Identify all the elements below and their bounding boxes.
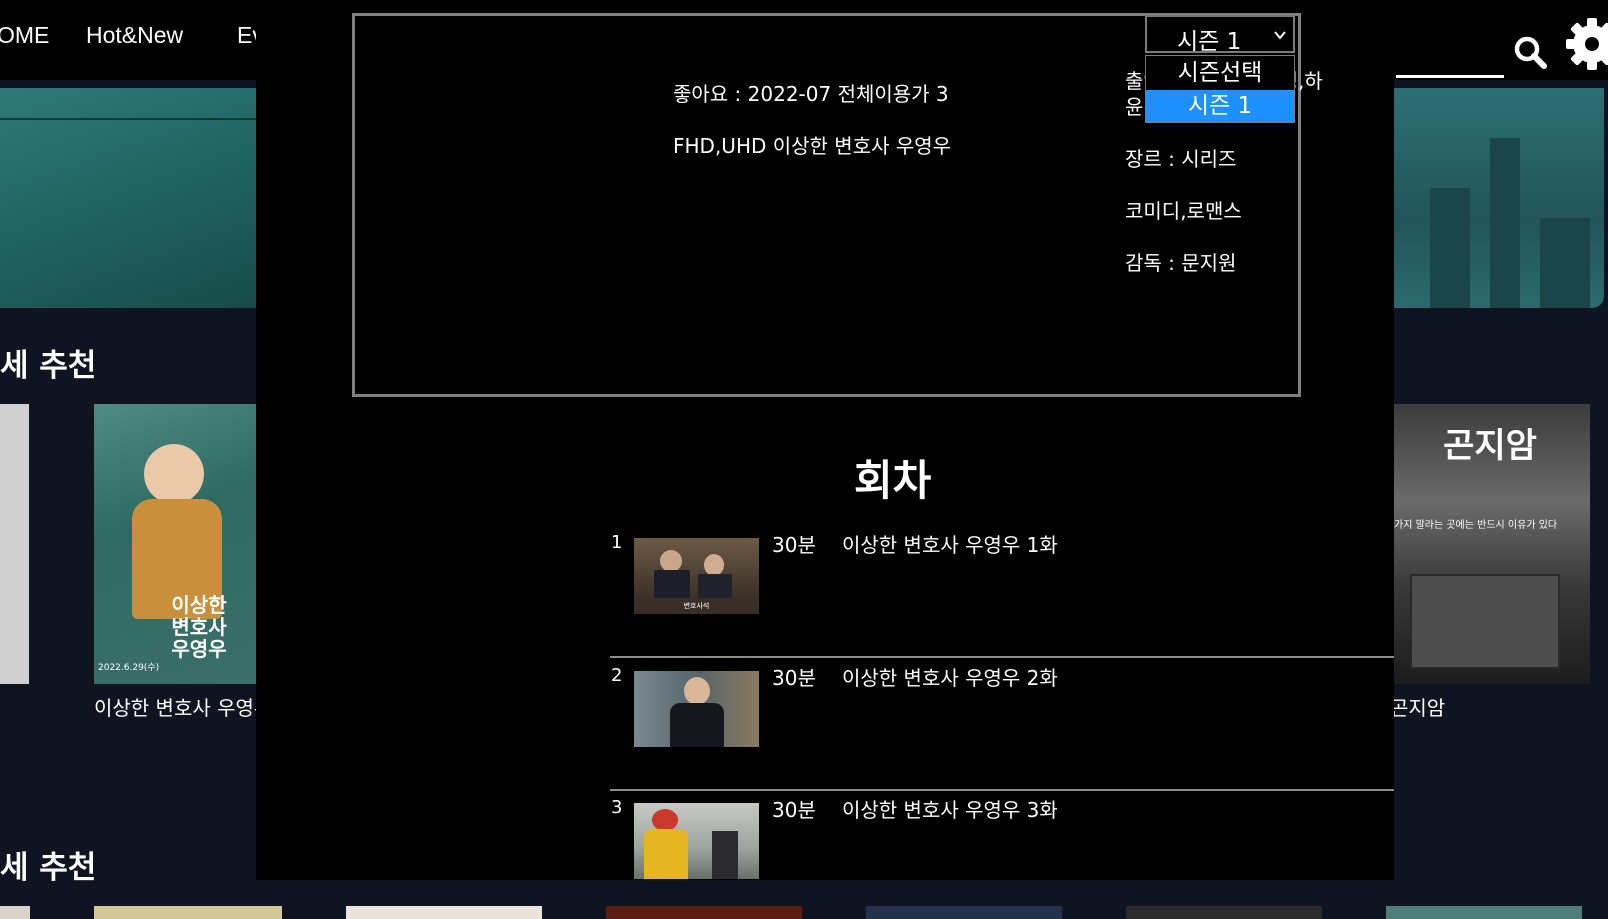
hero-building	[1430, 188, 1470, 308]
genre-label: 장르 : 시리즈	[1125, 147, 1237, 171]
poster-partial[interactable]	[1386, 906, 1582, 919]
poster-woo-young-woo[interactable]: 이상한 변호사 우영우 2022.6.29(수)	[94, 404, 256, 684]
poster-caption[interactable]: 이상한 변호사 우영우	[94, 692, 256, 721]
episode-thumbnail[interactable]	[634, 803, 759, 879]
episode-title[interactable]: 이상한 변호사 우영우 1화	[842, 529, 1058, 558]
poster-gonjiam[interactable]: 곤지암 가지 말라는 곳에는 반드시 이유가 있다	[1390, 404, 1590, 684]
episodes-title: 회차	[854, 456, 932, 505]
poster-partial[interactable]	[0, 404, 29, 684]
episode-row-1[interactable]: 1 변호사석 30분 이상한 변호사 우영우 1화	[610, 526, 1394, 658]
director-line: 감독 : 문지원	[1125, 251, 1237, 275]
quality-title-line: FHD,UHD 이상한 변호사 우영우	[673, 134, 952, 158]
episode-thumbnail[interactable]: 변호사석	[634, 538, 759, 614]
episode-duration: 30분	[772, 533, 816, 557]
episode-row-3[interactable]: 3 30분 이상한 변호사 우영우 3화	[610, 791, 1394, 880]
nav-item-hot-new[interactable]: Hot&New	[86, 22, 183, 49]
episode-thumbnail[interactable]	[634, 671, 759, 747]
chevron-down-icon	[1274, 31, 1286, 40]
hero-building	[1490, 138, 1520, 308]
likes-rating-line: 좋아요 : 2022-07 전체이용가 3	[673, 82, 949, 106]
hero-banner-left[interactable]	[0, 88, 260, 308]
episode-number: 2	[611, 665, 623, 686]
poster-partial[interactable]	[346, 906, 542, 919]
episode-title[interactable]: 이상한 변호사 우영우 2화	[842, 662, 1058, 691]
thumb-person	[670, 703, 724, 747]
hero-building	[1540, 218, 1590, 308]
poster-art-title: 곤지암	[1443, 426, 1537, 466]
section-title-recommend: 세 추천	[0, 348, 97, 384]
episode-number: 3	[611, 797, 623, 818]
detail-modal: 좋아요 : 2022-07 전체이용가 3 FHD,UHD 이상한 변호사 우영…	[256, 0, 1394, 880]
episode-duration: 30분	[772, 666, 816, 690]
nav-item-home[interactable]: OME	[0, 22, 49, 49]
thumb-person	[660, 550, 682, 572]
season-select-value: 시즌 1	[1177, 29, 1242, 55]
season-option-1[interactable]: 시즌 1	[1146, 90, 1294, 122]
poster-partial[interactable]	[606, 906, 802, 919]
episode-title[interactable]: 이상한 변호사 우영우 3화	[842, 794, 1058, 823]
poster-partial[interactable]	[1126, 906, 1322, 919]
hero-banner-right[interactable]	[1390, 88, 1604, 308]
gear-icon[interactable]	[1562, 14, 1608, 74]
episode-row-2[interactable]: 2 30분 이상한 변호사 우영우 2화	[610, 659, 1394, 791]
poster-partial[interactable]	[866, 906, 1062, 919]
nav-active-underline	[1396, 75, 1504, 78]
episode-duration: 30분	[772, 798, 816, 822]
poster-tagline: 가지 말라는 곳에는 반드시 이유가 있다	[1394, 520, 1558, 531]
section-title-recommend: 세 추천	[0, 850, 97, 886]
season-options-list: 시즌선택 시즌 1	[1145, 55, 1295, 123]
search-icon[interactable]	[1512, 34, 1548, 70]
poster-date: 2022.6.29(수)	[98, 663, 160, 673]
poster-caption[interactable]: 곤지암	[1390, 692, 1590, 721]
season-option-select[interactable]: 시즌선택	[1146, 57, 1294, 89]
thumb-person	[644, 829, 688, 879]
episode-divider	[610, 656, 1394, 658]
poster-partial[interactable]	[94, 906, 282, 919]
thumb-person	[712, 831, 738, 879]
poster-art-title: 이상한 변호사 우영우	[171, 593, 227, 661]
poster-building	[1410, 574, 1560, 669]
genres: 코미디,로맨스	[1125, 199, 1242, 223]
thumb-caption: 변호사석	[634, 598, 759, 614]
episode-number: 1	[611, 532, 623, 553]
poster-face	[144, 444, 204, 504]
hero-bridge-shape	[0, 118, 260, 148]
thumb-person	[704, 554, 724, 576]
poster-partial[interactable]	[0, 906, 30, 919]
thumb-person	[652, 809, 678, 831]
thumb-person	[684, 677, 710, 705]
season-select[interactable]: 시즌 1	[1145, 15, 1295, 55]
